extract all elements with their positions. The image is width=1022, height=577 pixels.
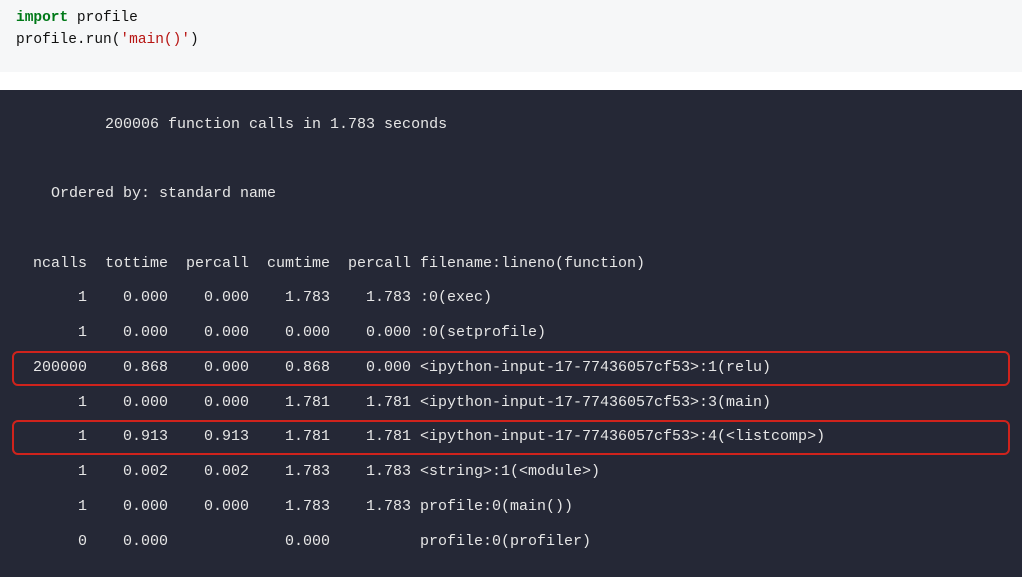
cell-fn: profile:0(main()) xyxy=(411,492,573,523)
cell-tottime: 0.913 xyxy=(87,422,168,453)
col-fn: filename:lineno(function) xyxy=(411,249,645,280)
cell-fn: <ipython-input-17-77436057cf53>:1(relu) xyxy=(411,353,771,384)
cell-ncalls: 1 xyxy=(24,283,87,314)
cell-percall: 1.783 xyxy=(330,457,411,488)
table-row: 2000000.8680.0000.8680.000<ipython-input… xyxy=(12,351,1010,386)
cell-percall: 0.913 xyxy=(168,422,249,453)
cell-cumtime: 1.783 xyxy=(249,283,330,314)
table-row: 10.0020.0021.7831.783<string>:1(<module>… xyxy=(12,455,1010,490)
cell-ncalls: 1 xyxy=(24,388,87,419)
cell-fn: profile:0(profiler) xyxy=(411,527,591,558)
cell-percall: 0.000 xyxy=(168,353,249,384)
summary-line: 200006 function calls in 1.783 seconds xyxy=(12,108,1010,143)
cell-cumtime: 0.868 xyxy=(249,353,330,384)
cell-tottime: 0.868 xyxy=(87,353,168,384)
table-row: 10.0000.0001.7831.783:0(exec) xyxy=(12,281,1010,316)
cell-percall: 0.000 xyxy=(168,283,249,314)
cell-cumtime: 1.783 xyxy=(249,492,330,523)
cell-tottime: 0.002 xyxy=(87,457,168,488)
col-percall: percall xyxy=(330,249,411,280)
cell-tottime: 0.000 xyxy=(87,492,168,523)
string-arg: 'main()' xyxy=(120,32,190,48)
blank-line xyxy=(12,142,1010,177)
profile-output: 200006 function calls in 1.783 seconds O… xyxy=(0,90,1022,577)
cell-percall: 0.000 xyxy=(330,318,411,349)
cell-ncalls: 1 xyxy=(24,457,87,488)
cell-tottime: 0.000 xyxy=(87,527,168,558)
cell-percall: 1.781 xyxy=(330,422,411,453)
cell-fn: <string>:1(<module>) xyxy=(411,457,600,488)
cell-percall: 0.002 xyxy=(168,457,249,488)
cell-tottime: 0.000 xyxy=(87,318,168,349)
cell-percall: 1.781 xyxy=(330,388,411,419)
cell-fn: <ipython-input-17-77436057cf53>:3(main) xyxy=(411,388,771,419)
cell-cumtime: 1.781 xyxy=(249,388,330,419)
cell-ncalls: 1 xyxy=(24,318,87,349)
col-ncalls: ncalls xyxy=(24,249,87,280)
header-row: ncallstottimepercallcumtimepercallfilena… xyxy=(12,247,1010,282)
cell-percall: 0.000 xyxy=(330,353,411,384)
cell-ncalls: 1 xyxy=(24,492,87,523)
ordered-line: Ordered by: standard name xyxy=(12,177,1010,212)
cell-tottime: 0.000 xyxy=(87,388,168,419)
module-name: profile xyxy=(77,10,138,26)
cell-ncalls: 200000 xyxy=(24,353,87,384)
table-row: 10.0000.0001.7811.781<ipython-input-17-7… xyxy=(12,386,1010,421)
blank-line xyxy=(12,212,1010,247)
cell-fn: <ipython-input-17-77436057cf53>:4(<listc… xyxy=(411,422,825,453)
cell-fn: :0(setprofile) xyxy=(411,318,546,349)
cell-cumtime: 0.000 xyxy=(249,318,330,349)
cell-ncalls: 1 xyxy=(24,422,87,453)
cell-percall: 1.783 xyxy=(330,283,411,314)
cell-percall: 0.000 xyxy=(168,388,249,419)
call-close: ) xyxy=(190,32,199,48)
cell-cumtime: 0.000 xyxy=(249,527,330,558)
col-percall: percall xyxy=(168,249,249,280)
table-row: 10.9130.9131.7811.781<ipython-input-17-7… xyxy=(12,420,1010,455)
cell-tottime: 0.000 xyxy=(87,283,168,314)
code-cell: import profile profile.run('main()') xyxy=(0,0,1022,72)
keyword-import: import xyxy=(16,10,68,26)
cell-percall: 0.000 xyxy=(168,492,249,523)
cell-ncalls: 0 xyxy=(24,527,87,558)
call-expr: profile.run( xyxy=(16,32,120,48)
cell-cumtime: 1.781 xyxy=(249,422,330,453)
table-row: 10.0000.0001.7831.783profile:0(main()) xyxy=(12,490,1010,525)
cell-cumtime: 1.783 xyxy=(249,457,330,488)
cell-percall: 1.783 xyxy=(330,492,411,523)
table-row: 00.0000.000profile:0(profiler) xyxy=(12,525,1010,560)
table-row: 10.0000.0000.0000.000:0(setprofile) xyxy=(12,316,1010,351)
cell-percall: 0.000 xyxy=(168,318,249,349)
cell-fn: :0(exec) xyxy=(411,283,492,314)
col-tottime: tottime xyxy=(87,249,168,280)
col-cumtime: cumtime xyxy=(249,249,330,280)
